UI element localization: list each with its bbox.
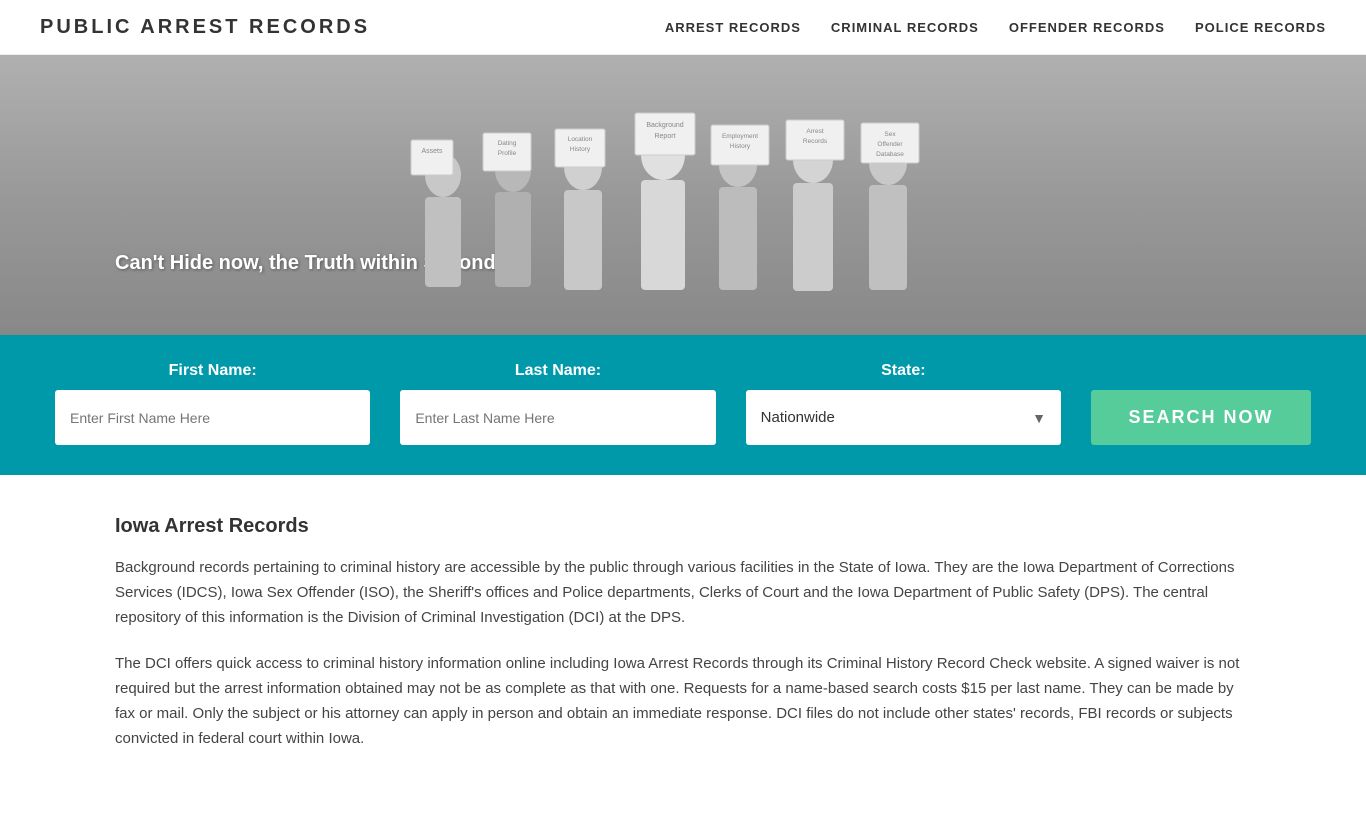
last-name-field: Last Name:	[385, 362, 730, 445]
nav-arrest-records[interactable]: ARREST RECORDS	[665, 20, 801, 35]
svg-text:Records: Records	[803, 138, 828, 145]
first-name-field: First Name:	[40, 362, 385, 445]
nav-criminal-records[interactable]: CRIMINAL RECORDS	[831, 20, 979, 35]
last-name-label: Last Name:	[515, 362, 601, 380]
svg-text:History: History	[730, 143, 751, 150]
header: PUBLIC ARREST RECORDS ARREST RECORDS CRI…	[0, 0, 1366, 55]
svg-text:Assets: Assets	[421, 148, 443, 155]
svg-text:Offender: Offender	[877, 141, 903, 148]
svg-text:Location: Location	[568, 136, 593, 143]
hero-section: Can't Hide now, the Truth within Seconds…	[0, 55, 1366, 335]
content-heading: Iowa Arrest Records	[115, 515, 1251, 538]
svg-text:Database: Database	[876, 151, 904, 158]
search-button-wrapper: SEARCH NOW	[1076, 360, 1326, 445]
first-name-label: First Name:	[169, 362, 257, 380]
svg-text:Profile: Profile	[498, 150, 517, 157]
last-name-input[interactable]	[400, 390, 715, 445]
main-content: Iowa Arrest Records Background records p…	[0, 475, 1366, 813]
nav-offender-records[interactable]: OFFENDER RECORDS	[1009, 20, 1165, 35]
state-select[interactable]: Nationwide AlabamaAlaskaArizona Arkansas…	[746, 390, 1061, 445]
svg-text:Arrest: Arrest	[806, 128, 824, 135]
site-title: PUBLIC ARREST RECORDS	[40, 16, 370, 39]
svg-text:History: History	[570, 146, 591, 153]
state-label: State:	[881, 362, 925, 380]
nav-police-records[interactable]: POLICE RECORDS	[1195, 20, 1326, 35]
first-name-input[interactable]	[55, 390, 370, 445]
hero-illustration: Assets Dating Profile Location History B…	[383, 85, 983, 335]
search-bar: First Name: Last Name: State: Nationwide…	[0, 335, 1366, 475]
content-paragraph-1: Background records pertaining to crimina…	[115, 556, 1251, 630]
search-now-button[interactable]: SEARCH NOW	[1091, 390, 1311, 445]
svg-text:Dating: Dating	[498, 140, 517, 147]
svg-text:Background: Background	[646, 122, 683, 129]
svg-text:Report: Report	[654, 133, 675, 140]
svg-text:Employment: Employment	[722, 133, 758, 140]
state-select-wrapper: Nationwide AlabamaAlaskaArizona Arkansas…	[746, 390, 1061, 445]
content-paragraph-2: The DCI offers quick access to criminal …	[115, 652, 1251, 751]
state-field: State: Nationwide AlabamaAlaskaArizona A…	[731, 362, 1076, 445]
svg-text:Sex: Sex	[884, 131, 896, 138]
main-nav: ARREST RECORDS CRIMINAL RECORDS OFFENDER…	[665, 20, 1326, 35]
